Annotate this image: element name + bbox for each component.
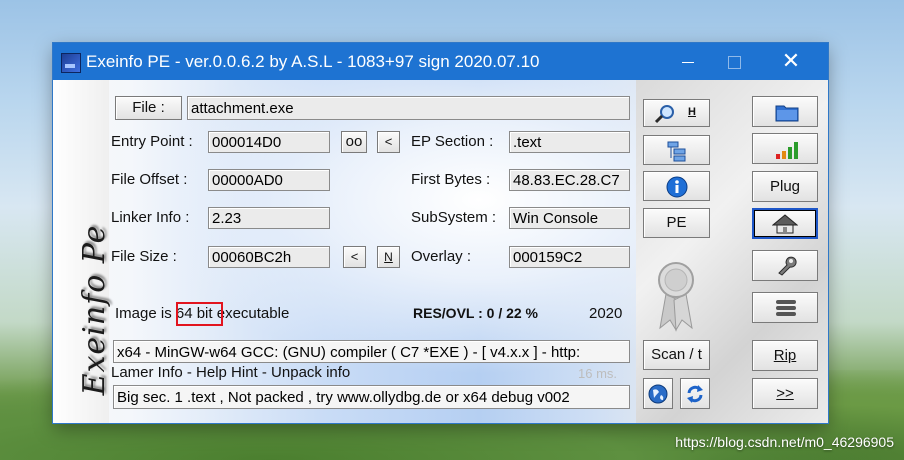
n-button-label: N [384,250,393,264]
menu-button[interactable] [752,292,818,323]
award-ribbon-icon [658,262,694,332]
file-path-field[interactable]: attachment.exe [187,96,630,120]
title-bar[interactable]: Exeinfo PE - ver.0.0.6.2 by A.S.L - 1083… [53,43,828,80]
magnifier-icon [654,105,674,124]
wrench-icon [778,256,797,276]
close-icon: ✕ [781,49,801,74]
linker-info-label: Linker Info : [111,209,190,226]
linker-info-field[interactable]: 2.23 [208,207,330,229]
sections-button[interactable] [643,135,710,165]
plug-button[interactable]: Plug [752,171,818,202]
file-size-field[interactable]: 00060BC2h [208,246,330,268]
more-button-label: >> [776,385,794,402]
ep-prev-button[interactable]: < [377,131,400,153]
image-type-prefix: Image is [115,305,176,322]
brand-strip: Exeinfo Pe [53,80,112,423]
maximize-button[interactable] [711,43,757,80]
window-title: Exeinfo PE - ver.0.0.6.2 by A.S.L - 1083… [86,52,540,71]
entry-point-field[interactable]: 000014D0 [208,131,330,153]
menu-list-icon [776,300,796,316]
minimize-icon [682,61,694,63]
maximize-icon [727,55,741,69]
subsystem-label: SubSystem : [411,209,497,226]
file-button[interactable]: File : [115,96,182,120]
open-folder-button[interactable] [752,96,818,127]
first-bytes-field[interactable]: 48.83.EC.28.C7 [509,169,630,191]
first-bytes-label: First Bytes : [411,171,491,188]
tree-icon [667,141,686,162]
search-hint-label: H [688,106,696,118]
lamer-info-link[interactable]: Lamer Info - Help Hint - Unpack info [111,364,350,381]
info-button[interactable] [643,171,710,201]
file-button-label: File : [132,99,165,116]
pe-button[interactable]: PE [643,208,710,238]
ep-section-label: EP Section : [411,133,494,150]
app-icon [61,53,81,73]
scan-button[interactable]: Scan / t [643,340,710,370]
tools-button[interactable] [752,250,818,281]
home-button[interactable] [752,208,818,239]
scan-time: 16 ms. [578,366,618,381]
web-button[interactable] [643,378,673,409]
signal-bars-icon [776,142,798,159]
subsystem-field[interactable]: Win Console [509,207,630,229]
hint-field[interactable]: Big sec. 1 .text , Not packed , try www.… [113,385,630,409]
entry-point-label: Entry Point : [111,133,193,150]
exeinfo-window: Exeinfo PE - ver.0.0.6.2 by A.S.L - 1083… [53,43,828,423]
refresh-button[interactable] [680,378,710,409]
image-type-suffix: executable [212,305,290,322]
home-icon [772,214,798,234]
overlay-label: Overlay : [411,248,472,265]
size-prev-button[interactable]: < [343,246,366,268]
year-text: 2020 [589,305,623,322]
more-button[interactable]: >> [752,378,818,409]
n-button[interactable]: N [377,246,400,268]
minimize-button[interactable] [665,43,711,80]
file-offset-label: File Offset : [111,171,188,188]
overlay-field[interactable]: 000159C2 [509,246,630,268]
ep-section-field[interactable]: .text [509,131,630,153]
refresh-icon [687,385,703,403]
folder-icon [775,105,799,122]
globe-icon [648,384,668,404]
res-ovl-text: RES/OVL : 0 / 22 % [413,305,539,321]
oo-button[interactable]: oo [341,131,367,153]
close-button[interactable]: ✕ [768,43,814,80]
bits-highlight [176,302,223,326]
search-hint-button[interactable]: H [643,99,710,127]
watermark-text: https://blog.csdn.net/m0_46296905 [675,434,894,450]
file-offset-field[interactable]: 00000AD0 [208,169,330,191]
info-icon [666,176,688,198]
file-size-label: File Size : [111,248,177,265]
rip-button[interactable]: Rip [752,340,818,371]
main-panel: Exeinfo Pe File : attachment.exe Entry P… [53,80,828,423]
stats-button[interactable] [752,133,818,164]
rip-button-label: Rip [773,347,797,364]
detection-result-field[interactable]: x64 - MinGW-w64 GCC: (GNU) compiler ( C7… [113,340,630,363]
